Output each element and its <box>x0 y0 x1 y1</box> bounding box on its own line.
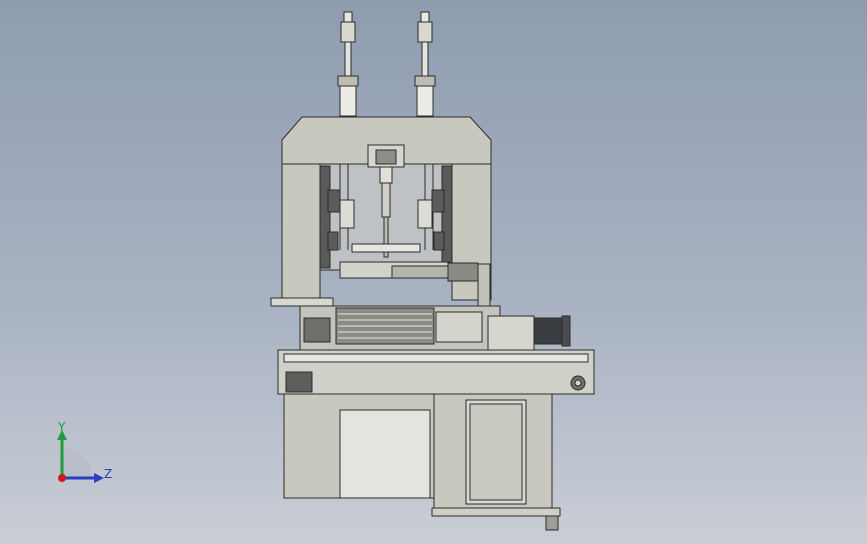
coordinate-triad-icon: Y Z <box>57 420 112 483</box>
y-axis-label: Y <box>57 420 66 434</box>
right-cylinder[interactable] <box>414 11 436 117</box>
left-cylinder[interactable] <box>337 11 359 117</box>
left-pillar[interactable] <box>281 163 321 301</box>
cad-machine-model[interactable] <box>0 0 867 544</box>
roller-unit[interactable] <box>299 305 501 351</box>
z-axis-label: Z <box>104 467 112 481</box>
graphics-viewport[interactable]: Y Z <box>0 0 867 544</box>
leveling-foot <box>545 515 559 531</box>
